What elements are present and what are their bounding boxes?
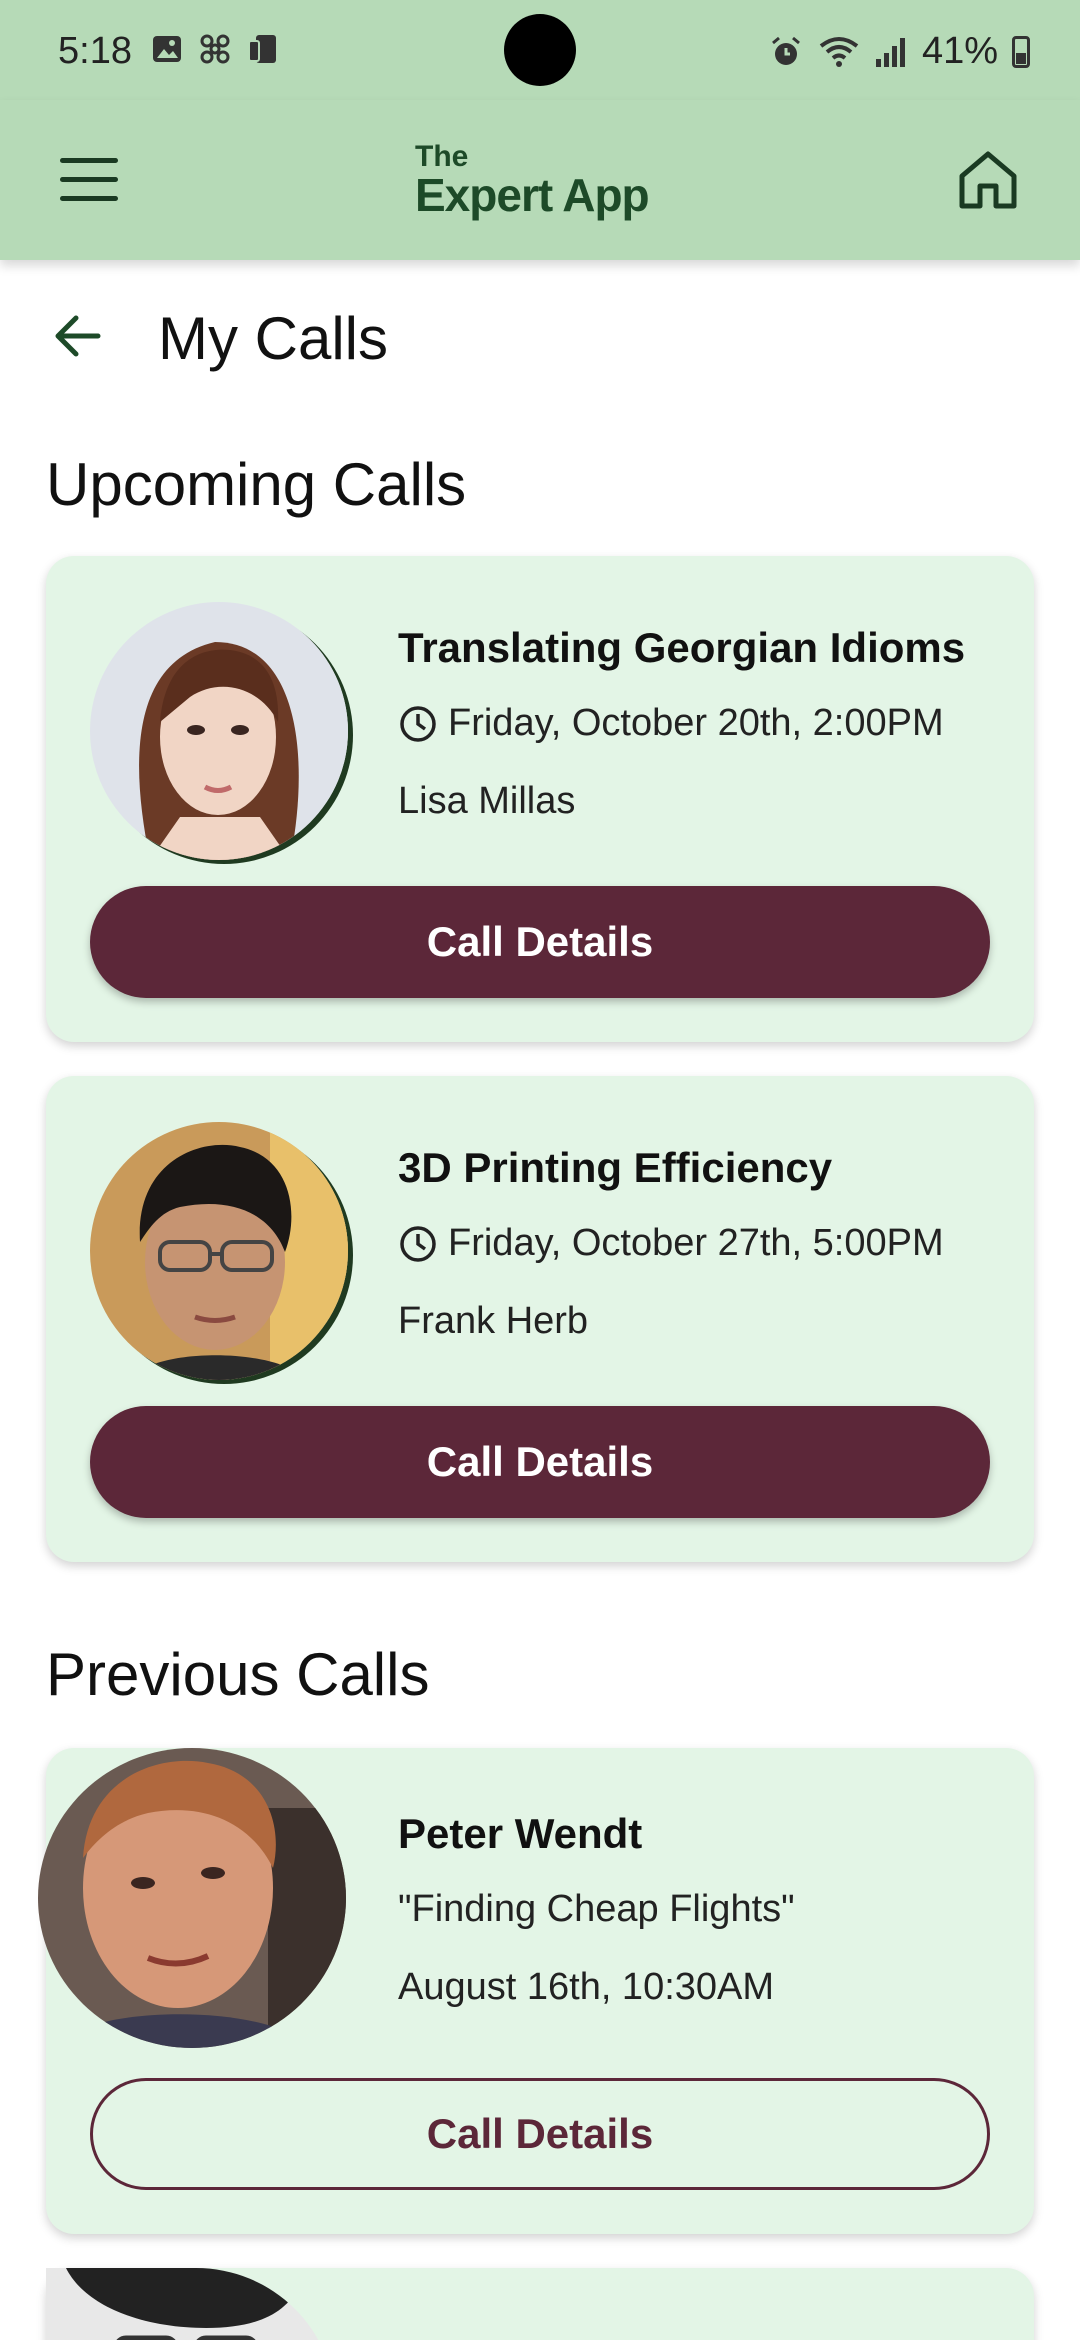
call-details-button[interactable]: Call Details <box>90 886 990 998</box>
call-details-button[interactable]: Call Details <box>90 2078 990 2190</box>
previous-call-card-partial <box>46 2268 1034 2340</box>
clock-icon <box>400 705 436 742</box>
call-datetime-text: Friday, October 20th, 2:00PM <box>448 702 944 744</box>
gallery-icon <box>150 32 184 66</box>
arrow-left-icon <box>55 315 101 357</box>
home-icon <box>959 151 1017 209</box>
previous-calls-heading: Previous Calls <box>46 1641 430 1708</box>
menu-icon <box>60 158 118 163</box>
page-title: My Calls <box>158 305 389 372</box>
expert-name: Peter Wendt <box>398 1810 643 1857</box>
previous-call-card: Peter Wendt "Finding Cheap Flights" Augu… <box>38 1748 1034 2234</box>
call-title: Translating Georgian Idioms <box>398 624 966 671</box>
app-bar: The Expert App <box>0 100 1080 260</box>
signal-icon <box>875 37 905 67</box>
system-status: 41% <box>768 30 1030 73</box>
call-datetime: Friday, October 27th, 5:00PM <box>398 1222 944 1265</box>
battery-icon <box>1012 35 1030 68</box>
upcoming-calls-heading: Upcoming Calls <box>46 451 467 518</box>
status-time: 5:18 <box>58 30 132 72</box>
status-bar: 5:18 41% <box>0 0 1080 100</box>
notification-icons <box>150 32 280 66</box>
logo-line-1: The <box>415 140 469 173</box>
back-button[interactable] <box>50 308 106 364</box>
clock-icon <box>400 1225 436 1262</box>
call-datetime: August 16th, 10:30AM <box>398 1966 775 2008</box>
expert-name: Lisa Millas <box>398 780 576 822</box>
home-button[interactable] <box>956 148 1020 212</box>
phone-transfer-icon <box>246 32 280 66</box>
expert-avatar <box>38 1748 346 2048</box>
menu-button[interactable] <box>60 158 118 202</box>
wifi-icon <box>819 36 859 67</box>
call-title: 3D Printing Efficiency <box>398 1144 833 1191</box>
call-topic: "Finding Cheap Flights" <box>398 1888 795 1930</box>
call-datetime: Friday, October 20th, 2:00PM <box>398 702 944 745</box>
expert-avatar <box>90 602 348 860</box>
alarm-icon <box>771 36 800 65</box>
expert-avatar <box>90 1122 348 1380</box>
call-details-button[interactable]: Call Details <box>90 1406 990 1518</box>
app-logo[interactable]: The Expert App <box>415 140 650 221</box>
expert-name: Frank Herb <box>398 1300 589 1342</box>
camera-cutout <box>504 14 576 86</box>
upcoming-call-card: 3D Printing Efficiency Friday, October 2… <box>46 1076 1034 1562</box>
fan-icon <box>198 32 232 66</box>
battery-percent: 41% <box>921 30 998 72</box>
upcoming-call-card: Translating Georgian Idioms Friday, Octo… <box>46 556 1034 1042</box>
call-datetime-text: Friday, October 27th, 5:00PM <box>448 1222 944 1264</box>
logo-line-2: Expert App <box>415 169 650 221</box>
expert-avatar <box>46 2268 336 2340</box>
